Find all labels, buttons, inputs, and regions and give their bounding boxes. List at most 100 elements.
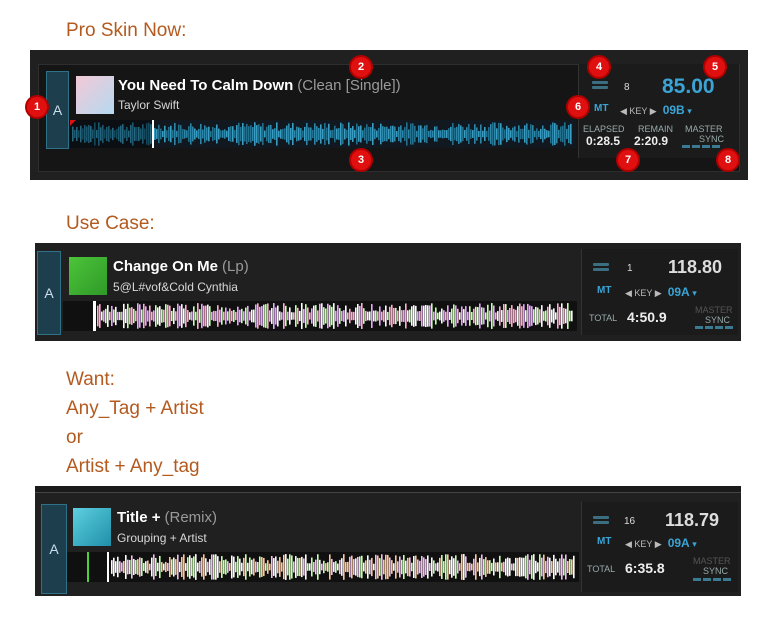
waveform-bar bbox=[523, 557, 525, 577]
master-label[interactable]: MASTER bbox=[685, 124, 723, 134]
loop-count: 8 bbox=[624, 82, 630, 93]
waveform-bar bbox=[509, 307, 511, 325]
chevron-down-icon[interactable]: ▾ bbox=[690, 539, 697, 549]
waveform-bar bbox=[226, 130, 228, 138]
key-next-icon[interactable]: ▶ bbox=[647, 106, 657, 116]
key-label: KEY bbox=[634, 539, 653, 549]
waveform-bar bbox=[404, 127, 406, 141]
deck-letter-button[interactable]: A bbox=[41, 504, 67, 594]
waveform-bar bbox=[467, 311, 469, 321]
waveform-bar bbox=[162, 130, 164, 138]
elapsed-value[interactable]: 0:28.5 bbox=[586, 134, 620, 148]
waveform-bar bbox=[453, 558, 455, 576]
waveform-bar bbox=[421, 305, 423, 327]
key-next-icon[interactable]: ▶ bbox=[652, 539, 662, 549]
waveform-bar bbox=[263, 557, 265, 577]
waveform-bar bbox=[363, 308, 365, 324]
track-title-line: Change On Me (Lp) bbox=[113, 258, 249, 275]
waveform-bar bbox=[192, 126, 194, 142]
waveform-bar bbox=[516, 130, 518, 138]
waveform-bar bbox=[512, 127, 514, 141]
sync-label[interactable]: SYNC bbox=[705, 315, 730, 325]
waveform-bar bbox=[487, 304, 489, 328]
waveform-bar bbox=[497, 562, 499, 572]
waveform-bar bbox=[379, 558, 381, 576]
key-prev-icon[interactable]: ◀ bbox=[625, 539, 634, 549]
waveform-bar bbox=[511, 305, 513, 327]
waveform-bar bbox=[476, 127, 478, 141]
total-value[interactable]: 6:35.8 bbox=[625, 560, 665, 576]
waveform-bar bbox=[333, 303, 335, 329]
loop-icon[interactable] bbox=[592, 81, 608, 91]
total-value[interactable]: 4:50.9 bbox=[627, 309, 667, 325]
waveform-bar bbox=[281, 562, 283, 572]
waveform-bar bbox=[517, 306, 519, 326]
waveform-overview[interactable] bbox=[63, 301, 577, 331]
chevron-down-icon[interactable]: ▾ bbox=[685, 106, 692, 116]
waveform-bar bbox=[171, 559, 173, 575]
key-prev-icon[interactable]: ◀ bbox=[620, 106, 629, 116]
waveform-bar bbox=[455, 305, 457, 327]
waveform-bar bbox=[280, 129, 282, 139]
deck-letter-button[interactable]: A bbox=[46, 71, 69, 149]
master-tempo-button[interactable]: MT bbox=[597, 285, 611, 296]
waveform-bar bbox=[378, 127, 380, 141]
waveform-bar bbox=[287, 558, 289, 576]
key-control[interactable]: ◀ KEY ▶ 09A ▾ bbox=[625, 285, 697, 299]
remain-value[interactable]: 2:20.9 bbox=[634, 134, 668, 148]
playhead-marker bbox=[107, 552, 109, 582]
waveform-bar bbox=[510, 130, 512, 138]
loop-icon[interactable] bbox=[593, 263, 609, 273]
waveform-bar bbox=[252, 127, 254, 141]
master-label[interactable]: MASTER bbox=[693, 556, 731, 566]
deck-letter-button[interactable]: A bbox=[37, 251, 61, 335]
master-tempo-button[interactable]: MT bbox=[594, 103, 608, 114]
chevron-down-icon[interactable]: ▾ bbox=[690, 288, 697, 298]
waveform-bar bbox=[221, 556, 223, 578]
waveform-bar bbox=[520, 128, 522, 140]
waveform-bar bbox=[545, 310, 547, 322]
waveform-bar bbox=[266, 126, 268, 142]
waveform-bar bbox=[427, 555, 429, 579]
waveform-bar bbox=[167, 304, 169, 328]
bpm-readout: 118.80 bbox=[668, 257, 723, 277]
sync-label[interactable]: SYNC bbox=[703, 566, 728, 576]
master-label[interactable]: MASTER bbox=[695, 305, 733, 315]
waveform-bar bbox=[317, 310, 319, 322]
waveform-bar bbox=[389, 557, 391, 577]
waveform-bar bbox=[430, 129, 432, 139]
waveform-bar bbox=[329, 554, 331, 580]
waveform-bar bbox=[526, 123, 528, 145]
master-tempo-button[interactable]: MT bbox=[597, 536, 611, 547]
key-prev-icon[interactable]: ◀ bbox=[625, 288, 634, 298]
key-next-icon[interactable]: ▶ bbox=[652, 288, 662, 298]
waveform-bar bbox=[549, 557, 551, 577]
sync-label[interactable]: SYNC bbox=[699, 134, 724, 144]
waveform-bar bbox=[253, 558, 255, 576]
waveform-bar bbox=[343, 310, 345, 322]
waveform-bar bbox=[541, 305, 543, 327]
waveform-bar bbox=[230, 126, 232, 142]
loop-icon[interactable] bbox=[593, 516, 609, 526]
waveform-bar bbox=[395, 555, 397, 579]
waveform-bar bbox=[377, 311, 379, 321]
waveform-overview[interactable] bbox=[70, 120, 576, 148]
waveform-bar bbox=[359, 556, 361, 578]
waveform-bar bbox=[485, 557, 487, 577]
waveform-bar bbox=[201, 303, 203, 329]
key-control[interactable]: ◀ KEY ▶ 09B ▾ bbox=[620, 103, 692, 117]
waveform-bar bbox=[365, 310, 367, 322]
waveform-bar bbox=[403, 310, 405, 322]
waveform-bar bbox=[161, 562, 163, 572]
waveform-bar bbox=[275, 556, 277, 578]
deck-panel-want: A Title + (Remix) Grouping + Artist 16 11… bbox=[35, 486, 741, 596]
waveform-bar bbox=[281, 312, 283, 320]
waveform-bar bbox=[330, 130, 332, 138]
key-control[interactable]: ◀ KEY ▶ 09A ▾ bbox=[625, 536, 697, 550]
waveform-bar bbox=[473, 558, 475, 576]
waveform-bar bbox=[215, 311, 217, 321]
waveform-bar bbox=[408, 129, 410, 139]
waveform-bar bbox=[469, 562, 471, 572]
waveform-bar bbox=[372, 123, 374, 145]
waveform-overview[interactable] bbox=[67, 552, 579, 582]
